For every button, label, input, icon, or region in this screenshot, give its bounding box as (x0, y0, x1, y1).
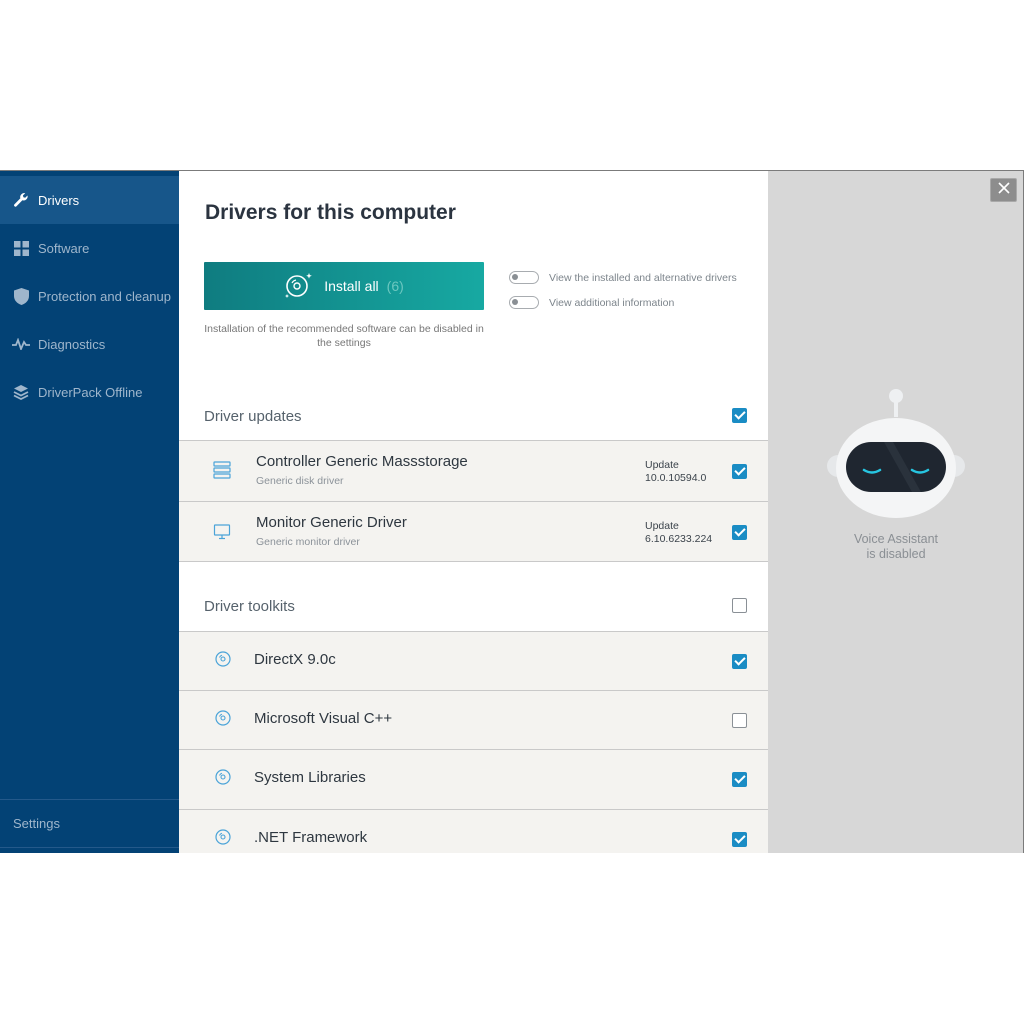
update-version: 10.0.10594.0 (645, 472, 707, 484)
toolkit-row-net-framework[interactable]: .NET Framework (179, 809, 768, 853)
driver-row-massstorage[interactable]: Controller Generic Massstorage Generic d… (179, 440, 768, 501)
toolkit-row-system-libraries[interactable]: System Libraries (179, 749, 768, 809)
grid-icon (12, 239, 30, 257)
toolkit-checkbox[interactable] (732, 772, 747, 787)
sidebar-item-protection[interactable]: Protection and cleanup (0, 272, 179, 320)
wrench-icon (12, 191, 30, 209)
driver-checkbox[interactable] (732, 464, 747, 479)
section-title: Driver updates (204, 407, 302, 425)
sidebar-divider (0, 799, 179, 800)
toolkit-checkbox[interactable] (732, 713, 747, 728)
update-version: 6.10.6233.224 (645, 533, 713, 545)
toolkit-checkbox[interactable] (732, 832, 747, 847)
toolkit-row-directx[interactable]: DirectX 9.0c (179, 631, 768, 690)
section-driver-toolkits-checkbox[interactable] (732, 598, 747, 613)
sidebar-item-driverpack-offline[interactable]: DriverPack Offline (0, 368, 179, 416)
install-note: Installation of the recommended software… (204, 323, 484, 349)
assistant-panel: Voice Assistant is disabled (768, 171, 1023, 853)
driver-row-monitor[interactable]: Monitor Generic Driver Generic monitor d… (179, 501, 768, 562)
robot-assistant-icon (824, 386, 968, 523)
section-driver-updates-checkbox[interactable] (732, 408, 747, 423)
install-all-count: (6) (386, 278, 404, 294)
sidebar-divider (0, 847, 179, 848)
settings-link[interactable]: Settings (13, 816, 60, 831)
disc-icon (215, 651, 231, 672)
driver-name: Controller Generic Massstorage (256, 453, 468, 470)
sidebar-item-label: Software (38, 240, 90, 256)
toolkit-row-visual-cpp[interactable]: Microsoft Visual C++ (179, 690, 768, 749)
sidebar-item-label: Diagnostics (38, 336, 106, 352)
toggle-additional-info[interactable]: View additional information (509, 296, 674, 309)
disc-icon (215, 710, 231, 731)
sidebar-item-label: Protection and cleanup (38, 288, 171, 304)
voice-assistant-status: Voice Assistant is disabled (768, 532, 1023, 562)
toolkit-name: Microsoft Visual C++ (254, 710, 393, 727)
driver-description: Generic monitor driver (256, 536, 360, 548)
app-window: Drivers Software Protection and cleanup … (0, 170, 1024, 853)
main-content: Drivers for this computer Install all (6… (179, 171, 768, 853)
pulse-icon (12, 335, 30, 353)
close-button[interactable] (990, 178, 1017, 202)
toolkit-name: DirectX 9.0c (254, 651, 336, 668)
toggle-switch[interactable] (509, 296, 539, 309)
shield-icon (12, 287, 30, 305)
toggle-label: View additional information (549, 296, 675, 309)
install-all-label: Install all (324, 278, 379, 294)
update-label: Update (645, 520, 679, 532)
section-driver-toolkits: Driver toolkits (179, 586, 768, 626)
row-divider (179, 561, 768, 562)
close-icon (997, 181, 1010, 199)
toggle-switch[interactable] (509, 271, 539, 284)
disc-icon (215, 769, 231, 790)
toolkit-name: .NET Framework (254, 829, 368, 846)
toolkit-name: System Libraries (254, 769, 366, 786)
toggle-installed-alternative[interactable]: View the installed and alternative drive… (509, 271, 737, 284)
disc-sparkle-icon (284, 271, 314, 302)
toggle-label: View the installed and alternative drive… (549, 271, 737, 284)
driver-checkbox[interactable] (732, 525, 747, 540)
voice-assistant-line1: Voice Assistant (853, 532, 939, 546)
disc-icon (215, 829, 231, 850)
driver-description: Generic disk driver (256, 475, 344, 487)
driver-update-info: Update 6.10.6233.224 (645, 520, 712, 546)
section-title: Driver toolkits (204, 597, 295, 615)
update-label: Update (645, 459, 679, 471)
sidebar-item-drivers[interactable]: Drivers (0, 176, 179, 224)
storage-icon (213, 461, 231, 484)
sidebar-item-label: Drivers (38, 192, 80, 208)
install-all-button[interactable]: Install all (6) (204, 262, 484, 310)
sidebar-item-software[interactable]: Software (0, 224, 179, 272)
page-title: Drivers for this computer (205, 201, 456, 224)
voice-assistant-line2: is disabled (866, 547, 926, 561)
sidebar-item-diagnostics[interactable]: Diagnostics (0, 320, 179, 368)
monitor-icon (213, 524, 231, 545)
sidebar: Drivers Software Protection and cleanup … (0, 171, 179, 853)
section-driver-updates: Driver updates (179, 396, 768, 436)
driver-update-info: Update 10.0.10594.0 (645, 459, 706, 485)
layers-icon (12, 383, 30, 401)
sidebar-item-label: DriverPack Offline (38, 384, 143, 400)
toolkit-checkbox[interactable] (732, 654, 747, 669)
driver-name: Monitor Generic Driver (256, 514, 407, 531)
